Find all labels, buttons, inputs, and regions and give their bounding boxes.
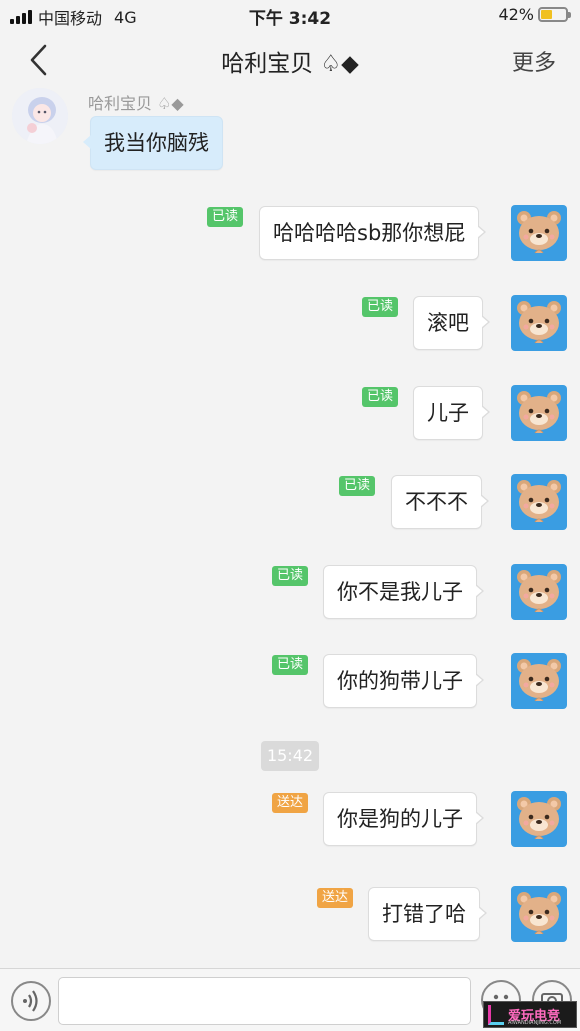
read-badge: 已读	[272, 655, 309, 675]
outgoing-message-bubble[interactable]: 不不不	[391, 475, 489, 529]
voice-icon[interactable]	[11, 981, 51, 1021]
sent-badge: 送达	[317, 888, 354, 908]
message-text: 你是狗的儿子	[337, 807, 463, 831]
message-text: 滚吧	[427, 311, 469, 335]
bear-avatar[interactable]	[511, 205, 567, 261]
message-text: 你不是我儿子	[337, 580, 463, 604]
battery-fill	[541, 10, 552, 19]
more-button[interactable]: 更多	[512, 45, 556, 77]
read-badge: 已读	[339, 476, 376, 496]
read-badge: 已读	[362, 297, 399, 317]
page-title: 哈利宝贝 ♤◆	[221, 51, 359, 77]
watermark-subtext: AIWANDIANJING.COM	[508, 1020, 562, 1026]
outgoing-message-bubble[interactable]: 你是狗的儿子	[323, 792, 484, 846]
message-text: 你的狗带儿子	[337, 669, 463, 693]
bear-avatar[interactable]	[511, 564, 567, 620]
bear-avatar[interactable]	[511, 474, 567, 530]
read-badge: 已读	[207, 207, 244, 227]
incoming-message-bubble[interactable]: 我当你脑残	[83, 116, 223, 170]
sender-name: 哈利宝贝 ♤◆	[88, 94, 184, 113]
watermark-icon	[488, 1004, 504, 1025]
bear-avatar[interactable]	[511, 385, 567, 441]
battery-icon	[538, 7, 571, 22]
outgoing-message-bubble[interactable]: 哈哈哈哈sb那你想屁	[259, 206, 487, 260]
outgoing-message-bubble[interactable]: 儿子	[413, 386, 490, 440]
message-text: 儿子	[427, 401, 469, 425]
watermark-logo: 爱玩电竞 AIWANDIANJING.COM	[483, 1001, 577, 1028]
outgoing-message-bubble[interactable]: 你不是我儿子	[323, 565, 484, 619]
timestamp: 15:42	[261, 741, 319, 771]
sent-badge: 送达	[272, 793, 309, 813]
bear-avatar[interactable]	[511, 653, 567, 709]
bear-avatar[interactable]	[511, 886, 567, 942]
message-text: 不不不	[405, 490, 468, 514]
bear-avatar[interactable]	[511, 791, 567, 847]
read-badge: 已读	[362, 387, 399, 407]
anime-girl-avatar[interactable]	[12, 88, 68, 144]
status-time: 下午 3:42	[248, 9, 332, 29]
status-bar: 中国移动 4G 下午 3:42 42%	[0, 0, 580, 30]
message-text: 我当你脑残	[104, 131, 209, 155]
read-badge: 已读	[272, 566, 309, 586]
status-right: 42%	[498, 5, 571, 24]
message-input[interactable]	[58, 977, 471, 1025]
outgoing-message-bubble[interactable]: 滚吧	[413, 296, 490, 350]
chat-header: 哈利宝贝 ♤◆ 更多	[0, 30, 580, 88]
outgoing-message-bubble[interactable]: 你的狗带儿子	[323, 654, 484, 708]
bear-avatar[interactable]	[511, 295, 567, 351]
message-text: 哈哈哈哈sb那你想屁	[273, 221, 466, 245]
outgoing-message-bubble[interactable]: 打错了哈	[368, 887, 487, 941]
battery-percent: 42%	[498, 5, 534, 24]
message-text: 打错了哈	[382, 902, 466, 926]
